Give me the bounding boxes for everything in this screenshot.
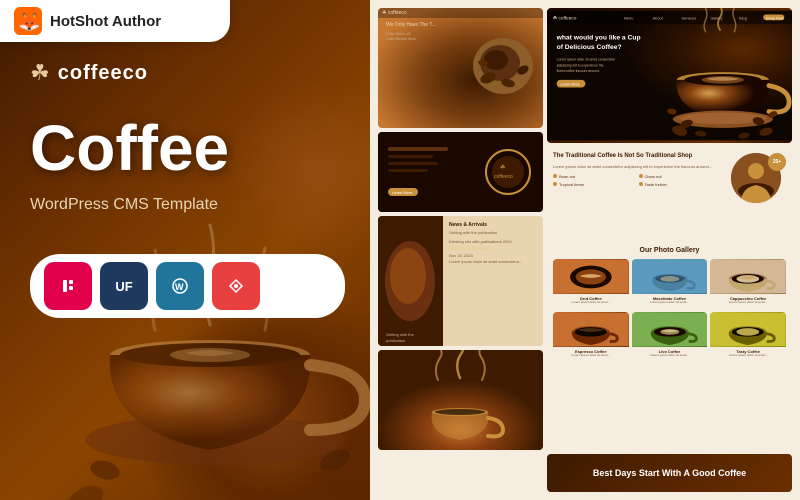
hotshot-logo-icon: 🦊 (14, 7, 42, 35)
subtitle: WordPress CMS Template (30, 196, 345, 214)
svg-text:☘: ☘ (500, 164, 505, 171)
svg-text:Shop Now: Shop Now (766, 16, 784, 20)
plugin-badges: UF W (30, 254, 345, 318)
gallery-desc-2: Lorem ipsum dolor sit amet... (632, 301, 708, 305)
about-features: Bean out Clean not Tropical Items Taste … (553, 174, 725, 187)
svg-text:Menu: Menu (624, 16, 634, 20)
feature-dot-1 (553, 174, 557, 178)
news-text: News & Arrivals Getting with the publica… (443, 216, 543, 346)
uf-badge[interactable]: UF (100, 262, 148, 310)
dark-card: ☘ coffeeco Learn More (378, 132, 543, 212)
logo-text: coffeeco (58, 62, 148, 85)
about-body: Lorem ipsum dolor sit amet consectetur a… (553, 164, 725, 170)
mini-logo: ☘ coffeeco (382, 10, 407, 16)
gallery-img-2 (632, 259, 708, 294)
steam-card (378, 350, 543, 450)
gallery-item-6: Tasty Coffee Lorem ipsum dolor sit amet.… (710, 312, 786, 362)
about-title: The Traditional Coffee Is Not So Traditi… (553, 153, 725, 161)
gallery-desc-5: Lorem ipsum dolor sit amet... (632, 354, 708, 358)
gallery-item-5: Livo Coffee Lorem ipsum dolor sit amet..… (632, 312, 708, 362)
quix-badge[interactable] (212, 262, 260, 310)
gallery-img-6 (710, 312, 786, 347)
news-img: Getting with the publication (378, 216, 443, 346)
gallery-grid: Druf Coffee Lorem ipsum dolor sit amet..… (553, 259, 786, 362)
feature-2: Clean not (639, 174, 722, 179)
gallery-img-3 (710, 259, 786, 294)
feature-label-4: Taste further (645, 182, 667, 187)
svg-text:Services: Services (682, 16, 697, 20)
gallery-img-5 (632, 312, 708, 347)
about-card: The Traditional Coffee Is Not So Traditi… (547, 147, 792, 237)
right-panel: ☘ coffeeco We Only Have The T... Cafe It… (370, 0, 800, 500)
gallery-item-2: Macchiato Coffee Lorem ipsum dolor sit a… (632, 259, 708, 309)
feature-dot-2 (639, 174, 643, 178)
mini-nav: ☘ coffeeco (378, 8, 543, 18)
gallery-title: Our Photo Gallery (553, 247, 786, 254)
preview-left-column: ☘ coffeeco We Only Have The T... Cafe It… (378, 8, 543, 492)
footer-text: Best Days Start With A Good Coffee (593, 468, 746, 478)
svg-text:Learn More: Learn More (392, 190, 413, 195)
svg-text:Lorem ipsum dolor sit amet con: Lorem ipsum dolor sit amet consectetur (557, 58, 617, 62)
svg-text:of Delicious Coffee?: of Delicious Coffee? (557, 44, 622, 51)
svg-text:adipiscing elit to experience: adipiscing elit to experience the (557, 63, 604, 67)
feature-label-2: Clean not (645, 174, 662, 179)
svg-text:Learn More: Learn More (560, 83, 580, 87)
brand-name: HotShot Author (50, 13, 161, 30)
feature-dot-3 (553, 182, 557, 186)
dark-inner: ☘ coffeeco Learn More (378, 132, 543, 212)
beans-inner: ☘ coffeeco We Only Have The T... Cafe It… (378, 8, 543, 128)
svg-text:☘ coffeeco: ☘ coffeeco (553, 15, 577, 21)
elementor-badge[interactable] (44, 262, 92, 310)
left-overlay: ☘ coffeeco Coffee WordPress CMS Template… (0, 0, 375, 500)
feature-label-1: Bean out (559, 174, 575, 179)
news-section-title: News & Arrivals (449, 222, 537, 228)
news-excerpt: Lorem ipsum dolor sit amet consectetur..… (449, 259, 537, 265)
svg-text:coffeeco: coffeeco (494, 174, 513, 180)
badge-25: 25+ (768, 153, 786, 171)
preview-right-column: ☘ coffeeco Menu About Services Gallery B… (547, 8, 792, 492)
svg-text:Blog: Blog (739, 16, 747, 20)
gallery-item-3: Cappuccino Coffee Lorem ipsum dolor sit … (710, 259, 786, 309)
feature-4: Taste further (639, 182, 722, 187)
feature-dot-4 (639, 182, 643, 186)
svg-text:W: W (175, 282, 184, 292)
gallery-item-4: Espresso Coffee Lorem ipsum dolor sit am… (553, 312, 629, 362)
svg-text:what would you like a Cup: what would you like a Cup (556, 34, 641, 41)
news-divider (449, 247, 489, 250)
gallery-desc-4: Lorem ipsum dolor sit amet... (553, 354, 629, 358)
gallery-img-1 (553, 259, 629, 294)
main-title: Coffee (30, 116, 345, 180)
feature-label-3: Tropical Items (559, 182, 584, 187)
feature-1: Bean out (553, 174, 636, 179)
gallery-card: Our Photo Gallery Druf Coffee Lorem ipsu… (547, 241, 792, 450)
svg-text:publication: publication (386, 338, 405, 343)
top-bar: 🦊 HotShot Author (0, 0, 230, 42)
news-body-1: Getting with the publication (449, 230, 537, 236)
coffeeco-logo: ☘ coffeeco (30, 60, 345, 86)
leaf-icon: ☘ (30, 60, 50, 86)
svg-text:About: About (653, 16, 664, 20)
gallery-desc-6: Lorem ipsum dolor sit amet... (710, 354, 786, 358)
wordpress-badge[interactable]: W (156, 262, 204, 310)
hero-card: ☘ coffeeco Menu About Services Gallery B… (547, 8, 792, 143)
about-text: The Traditional Coffee Is Not So Traditi… (553, 153, 725, 231)
news-body-2: Drinking info with publications 2024 (449, 239, 537, 245)
gallery-desc-1: Lorem ipsum dolor sit amet... (553, 301, 629, 305)
about-img-container: 25+ (731, 153, 786, 203)
feature-3: Tropical Items (553, 182, 636, 187)
footer-card: Best Days Start With A Good Coffee (547, 454, 792, 492)
svg-text:🦊: 🦊 (18, 12, 40, 32)
gallery-img-4 (553, 312, 629, 347)
gallery-desc-3: Lorem ipsum dolor sit amet... (710, 301, 786, 305)
beans-img (468, 28, 538, 103)
gallery-item-1: Druf Coffee Lorem ipsum dolor sit amet..… (553, 259, 629, 309)
svg-text:finest coffee flavours around.: finest coffee flavours around. (557, 69, 600, 73)
about-image: 25+ (731, 153, 786, 231)
svg-text:Getting with the: Getting with the (386, 332, 415, 337)
news-card: Getting with the publication News & Arri… (378, 216, 543, 346)
beans-card: ☘ coffeeco We Only Have The T... Cafe It… (378, 8, 543, 128)
left-panel: ☘ coffeeco Coffee WordPress CMS Template… (0, 0, 375, 500)
